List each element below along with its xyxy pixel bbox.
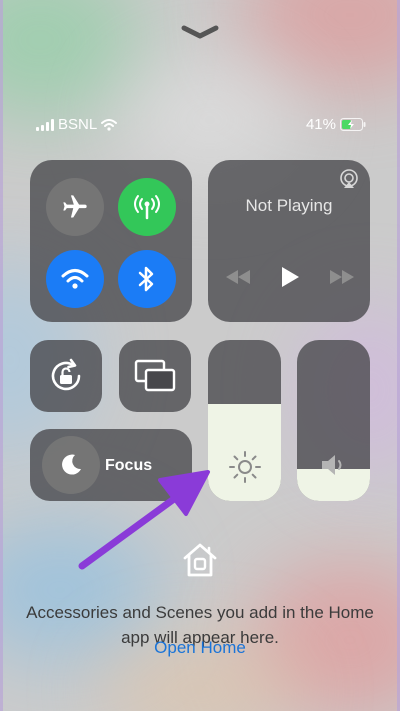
annotation-arrow	[78, 470, 210, 570]
